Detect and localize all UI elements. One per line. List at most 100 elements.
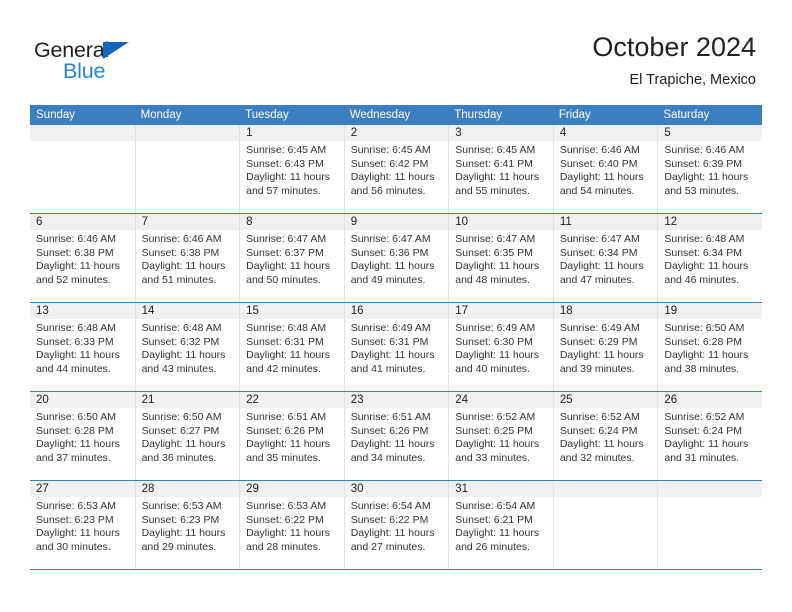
day-cell[interactable]: Sunrise: 6:52 AM Sunset: 6:24 PM Daylight:… — [657, 408, 762, 480]
day-number[interactable]: 26 — [657, 392, 762, 408]
day-number[interactable]: 5 — [657, 125, 762, 141]
day-number[interactable]: 30 — [343, 481, 449, 497]
day-number[interactable]: 14 — [134, 303, 240, 319]
day-number[interactable]: 17 — [448, 303, 553, 319]
day-number[interactable]: 1 — [239, 125, 344, 141]
day-number[interactable]: 19 — [657, 303, 762, 319]
day-number[interactable]: 12 — [657, 214, 762, 230]
day-number[interactable]: 29 — [239, 481, 344, 497]
sunrise-line: Sunrise: 6:52 AM — [455, 411, 536, 423]
daylight-line-2: and 52 minutes. — [36, 273, 111, 286]
sunrise-line: Sunrise: 6:48 AM — [36, 322, 116, 334]
sunrise-line: Sunrise: 6:46 AM — [559, 144, 640, 156]
day-cell[interactable]: Sunrise: 6:50 AM Sunset: 6:28 PM Daylight:… — [30, 408, 135, 480]
day-cell[interactable]: Sunrise: 6:46 AM Sunset: 6:38 PM Daylight:… — [134, 230, 240, 302]
sunset-line: Sunset: 6:31 PM — [246, 335, 324, 348]
sunset-line: Sunset: 6:37 PM — [246, 246, 324, 259]
sunrise-line: Sunrise: 6:53 AM — [36, 500, 116, 512]
day-cell[interactable]: Sunrise: 6:46 AM Sunset: 6:39 PM Daylight:… — [657, 141, 762, 213]
day-number[interactable]: 28 — [134, 481, 240, 497]
day-cell[interactable]: Sunrise: 6:47 AM Sunset: 6:34 PM Daylight:… — [552, 230, 658, 302]
day-number[interactable]: 21 — [134, 392, 240, 408]
daylight-line-1: Daylight: 11 hours — [455, 171, 540, 184]
day-number[interactable]: 6 — [30, 214, 135, 230]
daylight-line-1: Daylight: 11 hours — [664, 438, 749, 451]
day-cell[interactable]: Sunrise: 6:48 AM Sunset: 6:34 PM Daylight:… — [657, 230, 762, 302]
day-cell[interactable]: Sunrise: 6:54 AM Sunset: 6:21 PM Daylight:… — [448, 497, 553, 569]
day-cell[interactable]: Sunrise: 6:52 AM Sunset: 6:25 PM Daylight:… — [448, 408, 553, 480]
weekday-header-tuesday: Tuesday — [245, 109, 289, 121]
daylight-line-2: and 26 minutes. — [455, 540, 530, 553]
daylight-line-2: and 29 minutes. — [141, 540, 217, 553]
day-cell[interactable]: Sunrise: 6:48 AM Sunset: 6:32 PM Daylight:… — [134, 319, 240, 391]
day-cell[interactable]: Sunrise: 6:45 AM Sunset: 6:42 PM Daylight:… — [343, 141, 449, 213]
daylight-line-1: Daylight: 11 hours — [141, 527, 226, 540]
day-cell[interactable]: Sunrise: 6:49 AM Sunset: 6:29 PM Daylight:… — [552, 319, 658, 391]
daylight-line-1: Daylight: 11 hours — [455, 349, 540, 362]
day-number[interactable]: 3 — [448, 125, 553, 141]
day-number[interactable]: 16 — [343, 303, 449, 319]
day-cell[interactable]: Sunrise: 6:50 AM Sunset: 6:27 PM Daylight:… — [134, 408, 240, 480]
day-cell[interactable]: Sunrise: 6:53 AM Sunset: 6:22 PM Daylight:… — [239, 497, 344, 569]
daylight-line-2: and 53 minutes. — [664, 184, 740, 197]
day-cell[interactable]: Sunrise: 6:53 AM Sunset: 6:23 PM Daylight:… — [134, 497, 240, 569]
daylight-line-2: and 32 minutes. — [559, 451, 635, 464]
sunrise-line: Sunrise: 6:46 AM — [141, 233, 222, 245]
day-cell[interactable]: Sunrise: 6:49 AM Sunset: 6:31 PM Daylight:… — [343, 319, 449, 391]
day-number[interactable]: 7 — [134, 214, 240, 230]
day-cell[interactable]: Sunrise: 6:45 AM Sunset: 6:41 PM Daylight:… — [448, 141, 553, 213]
sunset-line: Sunset: 6:29 PM — [559, 335, 638, 348]
daylight-line-1: Daylight: 11 hours — [455, 438, 540, 451]
day-number[interactable]: 22 — [239, 392, 344, 408]
daylight-line-2: and 38 minutes. — [664, 362, 740, 375]
day-number[interactable]: 13 — [30, 303, 135, 319]
day-number[interactable]: 2 — [343, 125, 449, 141]
sunset-line: Sunset: 6:22 PM — [246, 513, 324, 526]
sunrise-line: Sunrise: 6:52 AM — [664, 411, 745, 423]
day-number-strip: 6 7 8 9 10 11 12 — [30, 214, 762, 230]
logo-triangle-icon — [103, 42, 129, 59]
day-number[interactable]: 8 — [239, 214, 344, 230]
day-number[interactable]: 31 — [448, 481, 553, 497]
day-cell-empty — [657, 497, 762, 569]
day-cell[interactable]: Sunrise: 6:45 AM Sunset: 6:43 PM Daylight:… — [239, 141, 344, 213]
day-cell[interactable]: Sunrise: 6:46 AM Sunset: 6:38 PM Daylight:… — [30, 230, 135, 302]
day-number[interactable]: 24 — [448, 392, 553, 408]
day-cell[interactable]: Sunrise: 6:47 AM Sunset: 6:35 PM Daylight:… — [448, 230, 553, 302]
sunrise-line: Sunrise: 6:51 AM — [350, 411, 431, 423]
daylight-line-2: and 35 minutes. — [246, 451, 321, 464]
general-blue-logo[interactable]: General Blue — [34, 38, 234, 86]
sunrise-line: Sunrise: 6:53 AM — [141, 500, 222, 512]
day-number[interactable]: 25 — [552, 392, 658, 408]
sunset-line: Sunset: 6:21 PM — [455, 513, 533, 526]
day-cell[interactable]: Sunrise: 6:53 AM Sunset: 6:23 PM Daylight:… — [30, 497, 135, 569]
day-number[interactable]: 4 — [552, 125, 658, 141]
day-cell[interactable]: Sunrise: 6:52 AM Sunset: 6:24 PM Daylight:… — [552, 408, 658, 480]
day-number[interactable]: 9 — [343, 214, 449, 230]
day-cell[interactable]: Sunrise: 6:47 AM Sunset: 6:36 PM Daylight:… — [343, 230, 449, 302]
day-number[interactable]: 18 — [552, 303, 658, 319]
day-cell[interactable]: Sunrise: 6:51 AM Sunset: 6:26 PM Daylight:… — [239, 408, 344, 480]
day-cell[interactable]: Sunrise: 6:50 AM Sunset: 6:28 PM Daylight:… — [657, 319, 762, 391]
day-number[interactable]: 23 — [343, 392, 449, 408]
day-number[interactable]: 20 — [30, 392, 135, 408]
day-cell[interactable]: Sunrise: 6:47 AM Sunset: 6:37 PM Daylight:… — [239, 230, 344, 302]
day-number[interactable]: 27 — [30, 481, 135, 497]
sunset-line: Sunset: 6:25 PM — [455, 424, 533, 437]
sunset-line: Sunset: 6:23 PM — [141, 513, 220, 526]
day-cell[interactable]: Sunrise: 6:54 AM Sunset: 6:22 PM Daylight:… — [343, 497, 449, 569]
day-cell[interactable]: Sunrise: 6:48 AM Sunset: 6:33 PM Daylight:… — [30, 319, 135, 391]
day-number-empty — [30, 125, 135, 141]
sunrise-line: Sunrise: 6:47 AM — [455, 233, 536, 245]
daylight-line-1: Daylight: 11 hours — [350, 171, 435, 184]
day-cell[interactable]: Sunrise: 6:46 AM Sunset: 6:40 PM Daylight:… — [552, 141, 658, 213]
day-number[interactable]: 15 — [239, 303, 344, 319]
day-number[interactable]: 11 — [552, 214, 658, 230]
day-number[interactable]: 10 — [448, 214, 553, 230]
day-cell[interactable]: Sunrise: 6:49 AM Sunset: 6:30 PM Daylight:… — [448, 319, 553, 391]
day-cell[interactable]: Sunrise: 6:51 AM Sunset: 6:26 PM Daylight:… — [343, 408, 449, 480]
sunset-line: Sunset: 6:34 PM — [664, 246, 743, 259]
daylight-line-2: and 39 minutes. — [559, 362, 635, 375]
day-cell[interactable]: Sunrise: 6:48 AM Sunset: 6:31 PM Daylight:… — [239, 319, 344, 391]
daylight-line-2: and 34 minutes. — [350, 451, 426, 464]
